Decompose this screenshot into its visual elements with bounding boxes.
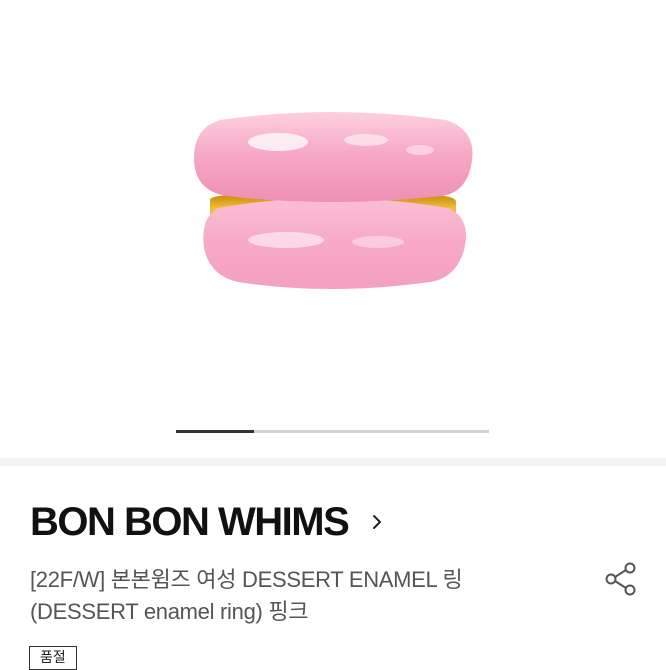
chevron-right-icon [373,515,382,529]
product-image-gallery[interactable] [0,0,666,458]
ring-icon [194,112,473,289]
section-divider [0,458,666,466]
product-title-line1: [22F/W] 본본윔즈 여성 DESSERT ENAMEL 링 [30,567,463,592]
image-pager-active [176,430,255,433]
brand-name: BON BON WHIMS [30,500,350,544]
share-icon[interactable] [602,560,640,598]
brand-link[interactable]: BON BON WHIMS [30,496,386,548]
product-title-line2: (DESSERT enamel ring) 핑크 [30,599,309,624]
status-badge: 품절 [29,646,77,670]
product-title: [22F/W] 본본윔즈 여성 DESSERT ENAMEL 링 (DESSER… [30,564,570,628]
image-pager-track[interactable] [176,430,489,433]
